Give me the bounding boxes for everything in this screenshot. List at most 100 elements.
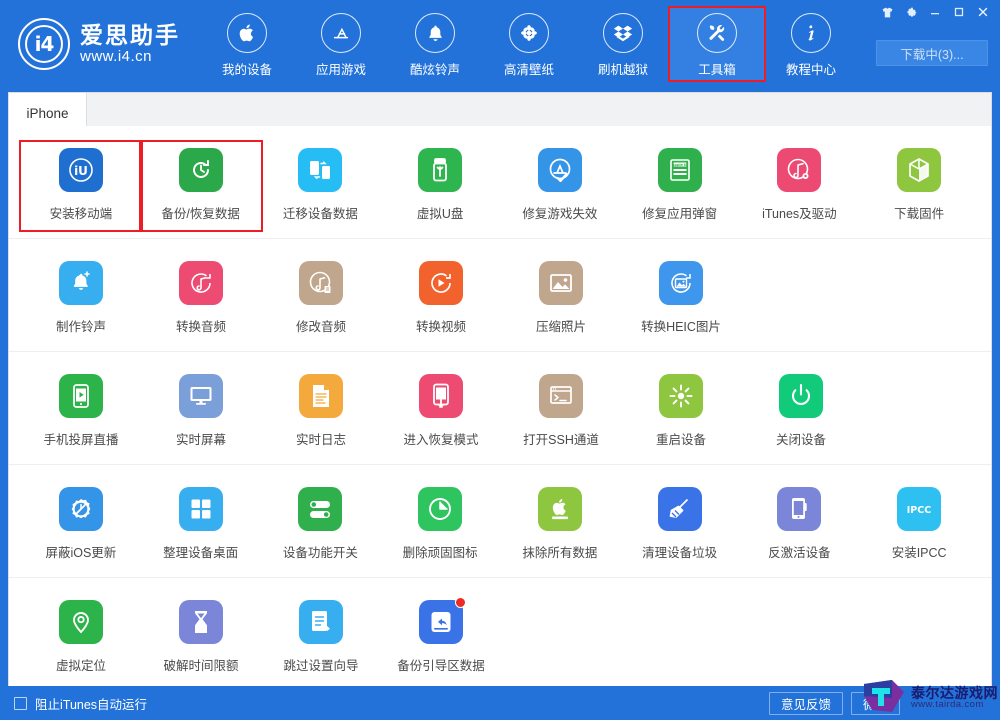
tile-label: 重启设备	[655, 433, 706, 447]
nav-label: 工具箱	[698, 63, 736, 77]
nav-item-ringtones[interactable]: 酷炫铃声	[388, 8, 482, 80]
brand-text: 爱思助手 www.i4.cn	[80, 22, 180, 66]
nav-label: 教程中心	[785, 63, 836, 77]
nav-item-toolbox[interactable]: 工具箱	[668, 6, 766, 82]
i4-app-icon: iU	[58, 148, 103, 192]
main-nav: 我的设备 应用游戏 酷炫铃声 高清壁纸 刷机越狱 工具箱 教程中心	[200, 6, 858, 82]
tile-row: 虚拟定位 破解时间限额 跳过设置向导 备份引导区数据	[9, 578, 991, 686]
download-status-button[interactable]: 下载中(3)...	[876, 40, 988, 66]
tile-make-ringtone[interactable]: 制作铃声	[21, 255, 141, 343]
tile-label: 迁移设备数据	[282, 207, 358, 221]
i4-logo-icon: i4	[18, 18, 70, 70]
tile-open-ssh[interactable]: 打开SSH通道	[501, 368, 621, 456]
nav-item-apps-games[interactable]: 应用游戏	[294, 8, 388, 80]
photo-compress-icon	[539, 261, 583, 305]
tile-label: 转换视频	[415, 320, 466, 334]
toolbox-section-3: 手机投屏直播 实时屏幕 实时日志 进入恢复模式 打开SSH通道 重启设备 关闭设…	[9, 352, 991, 465]
tile-enter-recovery-mode[interactable]: 进入恢复模式	[381, 368, 501, 456]
tile-fix-app-popup[interactable]: Apple ID 修复应用弹窗	[620, 142, 740, 230]
toolbox-section-1: iU 安装移动端 备份/恢复数据 迁移设备数据 虚拟U盘 修复游戏失效 Appl…	[9, 126, 991, 239]
nav-label: 应用游戏	[315, 63, 366, 77]
close-icon[interactable]	[972, 2, 994, 22]
tile-fix-game-failure[interactable]: 修复游戏失效	[500, 142, 620, 230]
toolbox-content: iU 安装移动端 备份/恢复数据 迁移设备数据 虚拟U盘 修复游戏失效 Appl…	[8, 126, 992, 686]
ringtone-make-icon	[59, 261, 103, 305]
nav-item-my-device[interactable]: 我的设备	[200, 8, 294, 80]
tile-label: 下载固件	[894, 207, 945, 221]
tile-organize-desktop[interactable]: 整理设备桌面	[141, 481, 261, 569]
tile-crack-time-limit[interactable]: 破解时间限额	[141, 594, 261, 682]
tile-compress-photo[interactable]: 压缩照片	[501, 255, 621, 343]
tile-block-ios-update[interactable]: 屏蔽iOS更新	[21, 481, 141, 569]
tile-virtual-location[interactable]: 虚拟定位	[21, 594, 141, 682]
backup-boot-icon	[419, 597, 466, 644]
tile-label: 进入恢复模式	[403, 433, 479, 447]
tile-label: 制作铃声	[55, 320, 106, 334]
tile-label: iTunes及驱动	[762, 207, 837, 221]
minimize-icon[interactable]	[924, 2, 946, 22]
tile-screen-cast-live[interactable]: 手机投屏直播	[21, 368, 141, 456]
skip-setup-icon	[299, 600, 343, 644]
audio-convert-icon	[179, 261, 223, 305]
ipcc-install-icon: IPCC	[897, 487, 942, 531]
tile-restart-device[interactable]: 重启设备	[621, 368, 741, 456]
tile-convert-heic[interactable]: 转换HEIC图片	[621, 255, 741, 343]
tile-skip-setup-wizard[interactable]: 跳过设置向导	[261, 594, 381, 682]
tile-convert-video[interactable]: 转换视频	[381, 255, 501, 343]
nav-item-tutorials[interactable]: 教程中心	[764, 8, 858, 80]
brand-name: 爱思助手	[80, 21, 180, 48]
tile-erase-all-data[interactable]: 抹除所有数据	[500, 481, 620, 569]
tile-deactivate-device[interactable]: 反激活设备	[740, 481, 860, 569]
tile-realtime-screen[interactable]: 实时屏幕	[141, 368, 261, 456]
skin-icon[interactable]	[876, 2, 898, 22]
tile-label: 实时日志	[295, 433, 346, 447]
nav-item-flash-jailbreak[interactable]: 刷机越狱	[576, 8, 670, 80]
tile-label: 反激活设备	[768, 546, 831, 560]
tile-row: 制作铃声 转换音频 修改音频 转换视频 压缩照片 转换HEIC图片	[9, 239, 991, 351]
tile-itunes-driver[interactable]: iTunes及驱动	[740, 142, 860, 230]
brand-logo-area: i4 爱思助手 www.i4.cn	[18, 18, 180, 70]
nav-label: 酷炫铃声	[409, 63, 460, 77]
tile-label: 删除顽固图标	[402, 546, 478, 560]
wechat-button[interactable]: 微信	[850, 691, 900, 715]
tile-backup-boot-data[interactable]: 备份引导区数据	[381, 594, 501, 682]
tile-migrate-device-data[interactable]: 迁移设备数据	[261, 142, 381, 230]
tile-edit-audio[interactable]: 修改音频	[261, 255, 381, 343]
tile-label: 抹除所有数据	[522, 546, 598, 560]
tile-install-ipcc[interactable]: IPCC 安装IPCC	[859, 481, 979, 569]
organize-desktop-icon	[178, 487, 223, 531]
tile-virtual-usb[interactable]: 虚拟U盘	[380, 142, 500, 230]
tile-feature-toggle[interactable]: 设备功能开关	[261, 481, 381, 569]
tile-label: 关闭设备	[775, 433, 826, 447]
tile-label: 备份/恢复数据	[161, 207, 240, 221]
itunes-driver-icon	[777, 148, 822, 192]
appstore-icon	[321, 13, 361, 53]
tile-realtime-log[interactable]: 实时日志	[261, 368, 381, 456]
video-convert-icon	[419, 261, 463, 305]
tile-clean-junk[interactable]: 清理设备垃圾	[620, 481, 740, 569]
gear-icon[interactable]	[900, 2, 922, 22]
tools-icon	[697, 13, 737, 53]
feedback-button[interactable]: 意见反馈	[768, 691, 843, 715]
ssh-terminal-icon	[539, 374, 583, 418]
tile-delete-stubborn-icon[interactable]: 删除顽固图标	[380, 481, 500, 569]
tile-install-mobile[interactable]: iU 安装移动端	[19, 140, 143, 232]
tile-label: 转换音频	[175, 320, 226, 334]
tile-power-off-device[interactable]: 关闭设备	[741, 368, 861, 456]
tile-backup-restore[interactable]: 备份/恢复数据	[138, 140, 263, 232]
block-itunes-checkbox[interactable]	[14, 696, 27, 710]
window-controls	[876, 2, 994, 22]
app-footer: 阻止iTunes自动运行 意见反馈 微信 泰尔达游戏网 www.tairda.c…	[0, 680, 1000, 720]
info-icon	[791, 13, 831, 53]
tile-row: iU 安装移动端 备份/恢复数据 迁移设备数据 虚拟U盘 修复游戏失效 Appl…	[9, 126, 991, 238]
appstore-fix-icon	[537, 148, 582, 192]
block-ios-update-icon	[58, 487, 103, 531]
tile-download-firmware[interactable]: 下载固件	[859, 142, 979, 230]
tile-label: 破解时间限额	[163, 659, 239, 673]
tile-convert-audio[interactable]: 转换音频	[141, 255, 261, 343]
tile-label: 跳过设置向导	[283, 659, 359, 673]
maximize-icon[interactable]	[948, 2, 970, 22]
nav-item-wallpapers[interactable]: 高清壁纸	[482, 8, 576, 80]
nav-label: 我的设备	[221, 63, 272, 77]
recovery-mode-icon	[419, 374, 463, 418]
